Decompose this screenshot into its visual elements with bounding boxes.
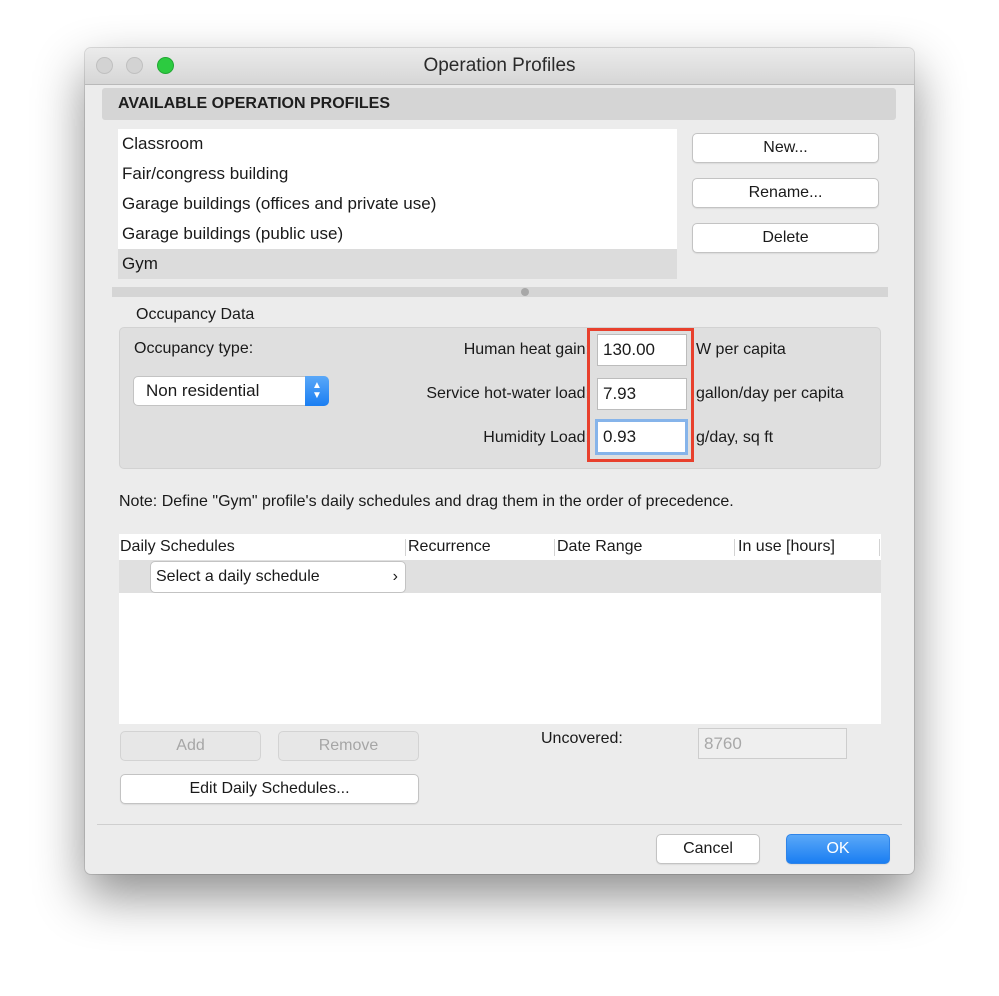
schedule-note: Note: Define "Gym" profile's daily sched… (119, 493, 734, 510)
occupancy-type-select[interactable]: Non residential ▲ ▼ (133, 376, 329, 406)
updown-chevron-icon: ▲ ▼ (305, 376, 329, 406)
ok-button[interactable]: OK (786, 834, 890, 864)
humidity-load-input[interactable] (595, 419, 688, 455)
human-heat-gain-unit: W per capita (696, 341, 786, 358)
humidity-load-unit: g/day, sq ft (696, 429, 774, 446)
cancel-button[interactable]: Cancel (656, 834, 760, 864)
occupancy-type-value: Non residential (146, 381, 260, 400)
column-recurrence[interactable]: Recurrence (408, 538, 491, 556)
list-item-garage-offices-private[interactable]: Garage buildings (offices and private us… (118, 189, 677, 219)
footer-divider (97, 824, 902, 825)
edit-daily-schedules-button[interactable]: Edit Daily Schedules... (120, 774, 419, 804)
available-profiles-header: AVAILABLE OPERATION PROFILES (102, 88, 896, 120)
add-schedule-button[interactable]: Add (120, 731, 261, 761)
select-daily-schedule-button[interactable]: Select a daily schedule › (150, 561, 406, 593)
column-separator (734, 539, 735, 556)
column-daily-schedules[interactable]: Daily Schedules (120, 538, 235, 556)
service-hot-water-input[interactable] (597, 378, 687, 410)
daily-schedules-table: Daily Schedules Recurrence Date Range In… (119, 534, 881, 724)
table-header: Daily Schedules Recurrence Date Range In… (119, 534, 881, 560)
chevron-right-icon: › (392, 568, 398, 585)
occupancy-data-label: Occupancy Data (136, 306, 255, 323)
uncovered-hours-field (698, 728, 847, 759)
operation-profiles-window: Operation Profiles AVAILABLE OPERATION P… (85, 48, 914, 874)
delete-profile-button[interactable]: Delete (692, 223, 879, 253)
column-date-range[interactable]: Date Range (557, 538, 642, 556)
list-item-gym[interactable]: Gym (118, 249, 677, 279)
list-item-fair-congress-building[interactable]: Fair/congress building (118, 159, 677, 189)
title-bar: Operation Profiles (85, 48, 914, 85)
humidity-load-label: Humidity Load: (483, 429, 590, 446)
occupancy-type-label: Occupancy type: (134, 340, 254, 357)
human-heat-gain-label: Human heat gain: (463, 341, 590, 358)
window-title: Operation Profiles (423, 55, 576, 76)
new-profile-button[interactable]: New... (692, 133, 879, 163)
column-separator (554, 539, 555, 556)
column-separator (879, 539, 880, 556)
list-item-classroom[interactable]: Classroom (118, 129, 677, 159)
column-in-use-hours[interactable]: In use [hours] (738, 538, 835, 556)
service-hot-water-unit: gallon/day per capita (696, 385, 844, 402)
select-daily-schedule-label: Select a daily schedule (156, 568, 320, 585)
rename-profile-button[interactable]: Rename... (692, 178, 879, 208)
column-separator (405, 539, 406, 556)
service-hot-water-label: Service hot-water load: (426, 385, 590, 402)
profile-list[interactable]: Classroom Fair/congress building Garage … (118, 129, 677, 279)
splitter-grip-icon (521, 288, 529, 296)
human-heat-gain-input[interactable] (597, 334, 687, 366)
list-item-garage-public[interactable]: Garage buildings (public use) (118, 219, 677, 249)
remove-schedule-button[interactable]: Remove (278, 731, 419, 761)
uncovered-label: Uncovered: (541, 730, 623, 747)
table-row[interactable]: Select a daily schedule › (119, 560, 881, 593)
splitter-handle[interactable] (112, 287, 888, 297)
